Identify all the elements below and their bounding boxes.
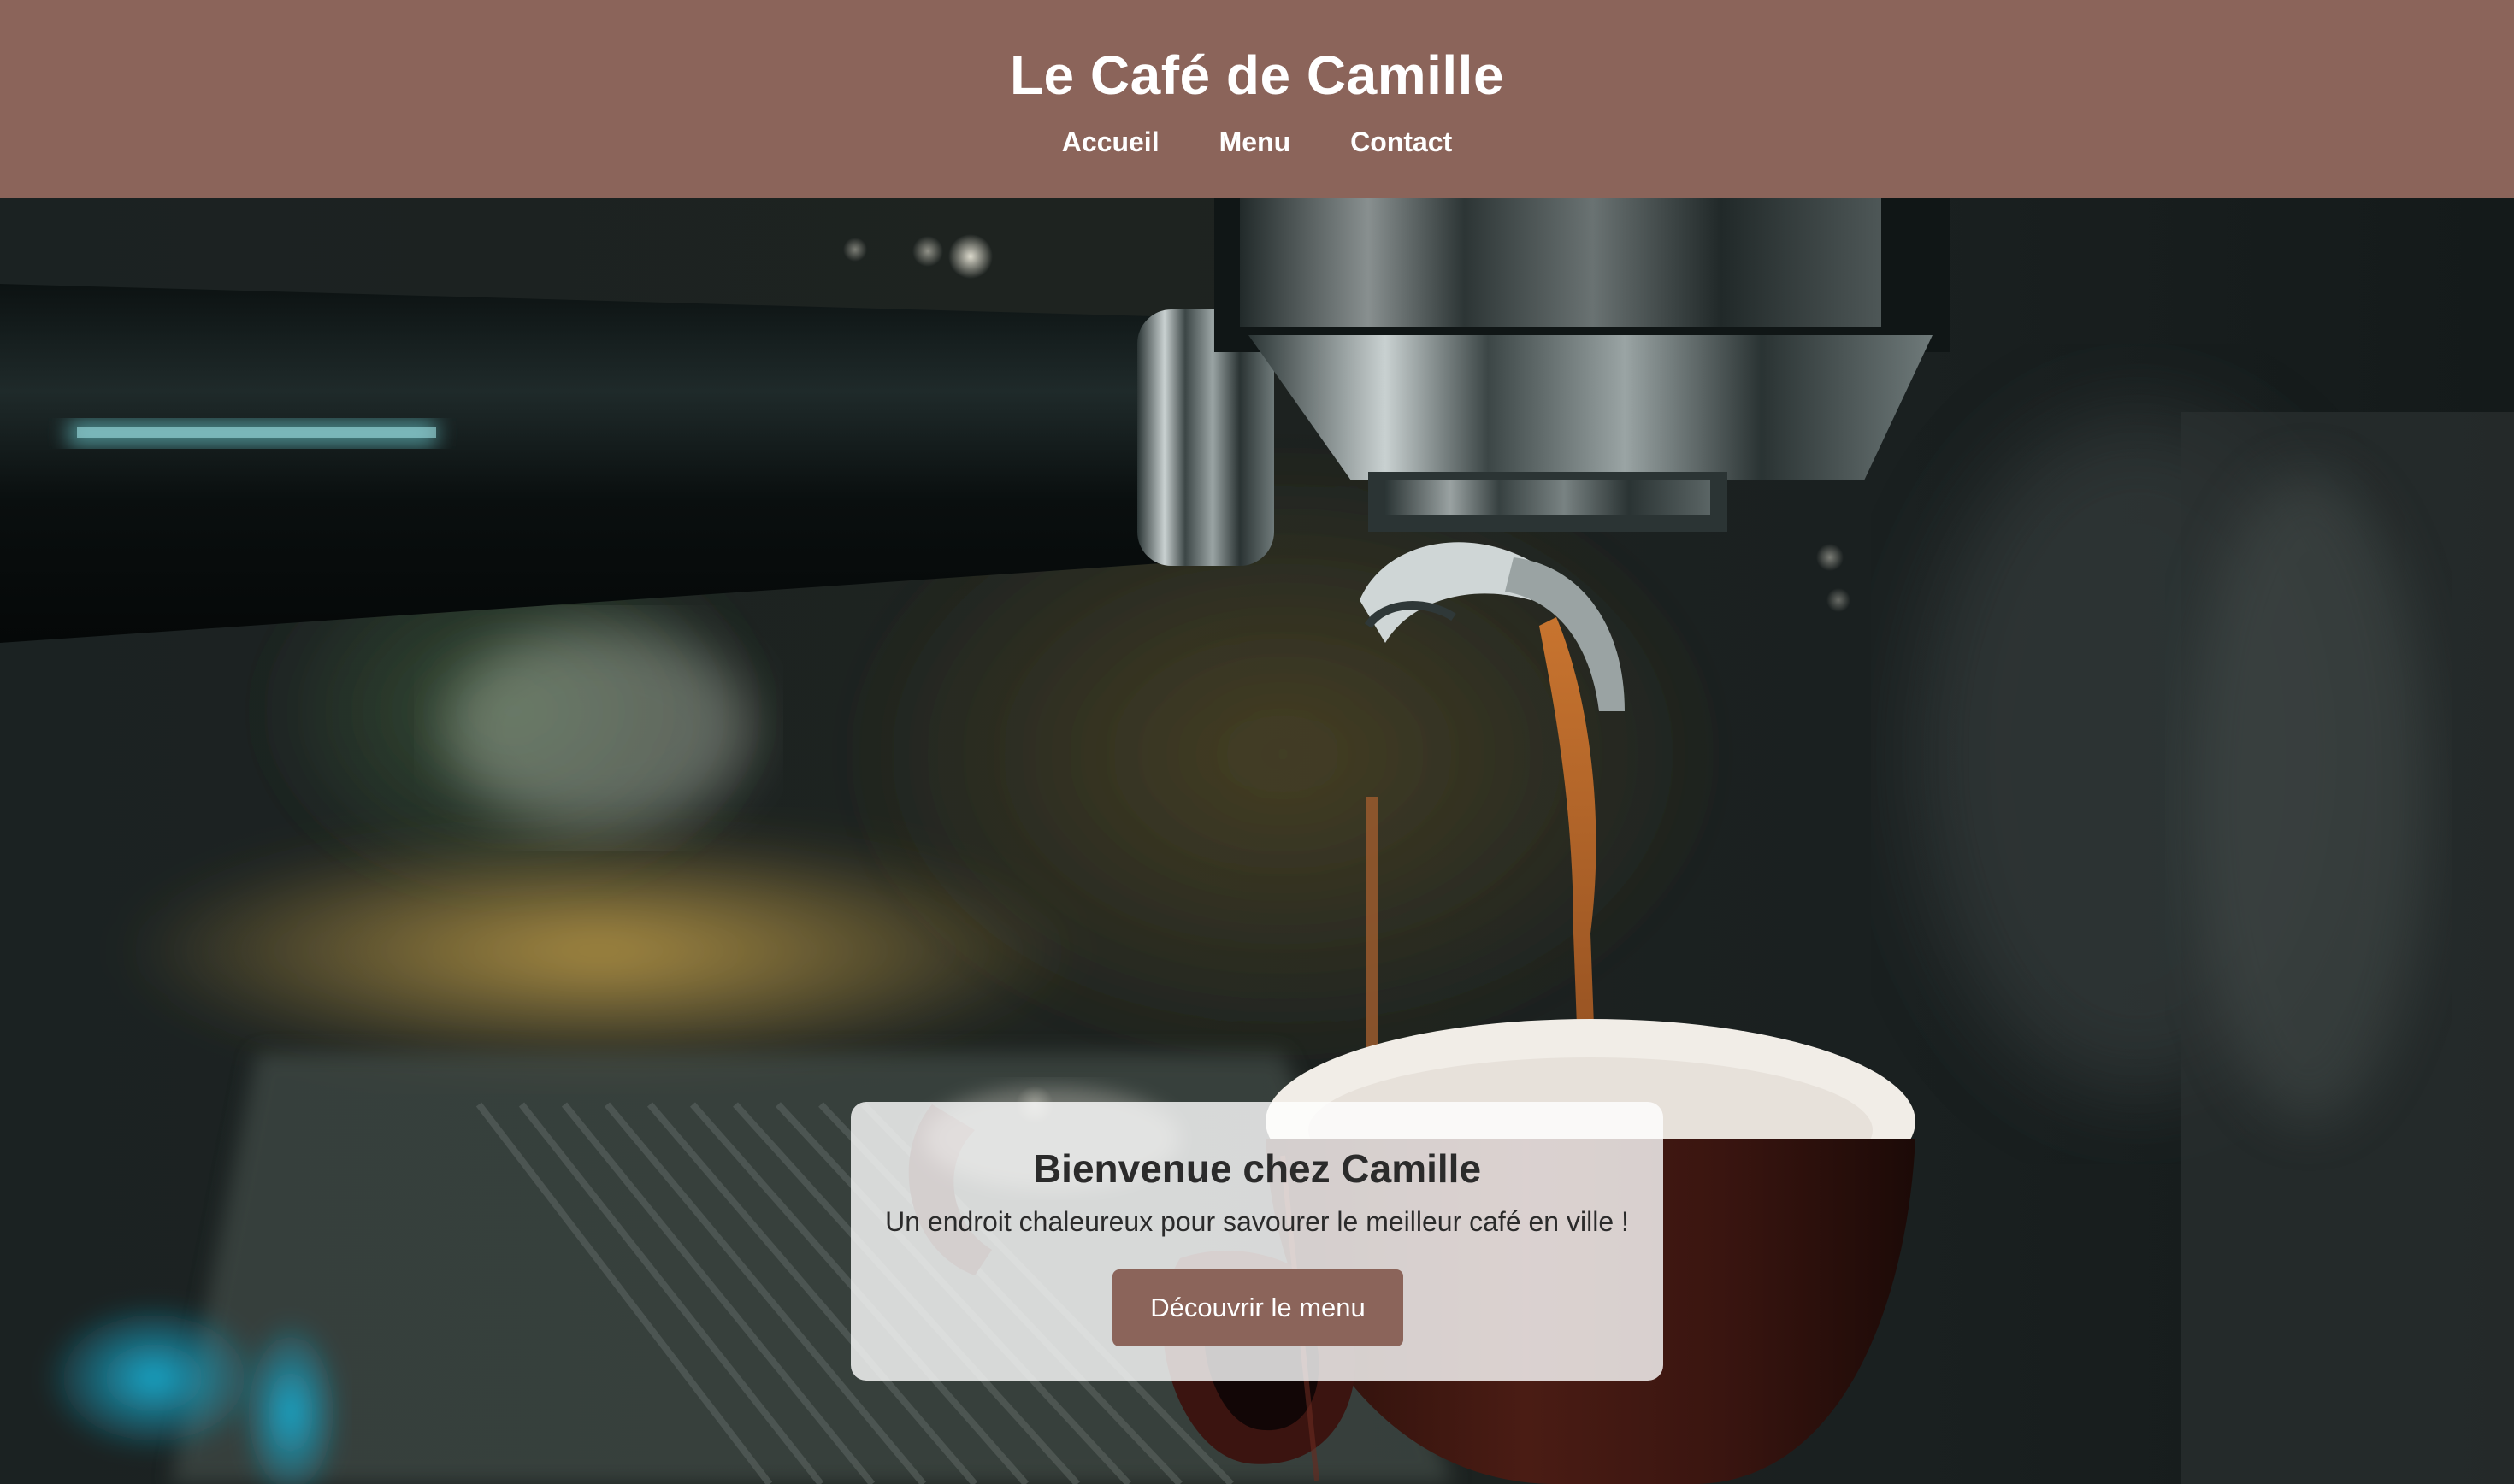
welcome-card: Bienvenue chez Camille Un endroit chaleu… (851, 1102, 1663, 1381)
main-nav: Accueil Menu Contact (0, 125, 2514, 159)
hero-section: Bienvenue chez Camille Un endroit chaleu… (0, 198, 2514, 1484)
nav-link-accueil[interactable]: Accueil (1062, 125, 1160, 159)
nav-link-menu[interactable]: Menu (1219, 125, 1291, 159)
discover-menu-button[interactable]: Découvrir le menu (1112, 1269, 1403, 1346)
welcome-title: Bienvenue chez Camille (1032, 1146, 1482, 1191)
site-header: Le Café de Camille Accueil Menu Contact (0, 0, 2514, 198)
nav-link-contact[interactable]: Contact (1350, 125, 1452, 159)
page: Le Café de Camille Accueil Menu Contact (0, 0, 2514, 1484)
site-title: Le Café de Camille (1009, 44, 1505, 106)
welcome-text: Un endroit chaleureux pour savourer le m… (885, 1206, 1629, 1237)
